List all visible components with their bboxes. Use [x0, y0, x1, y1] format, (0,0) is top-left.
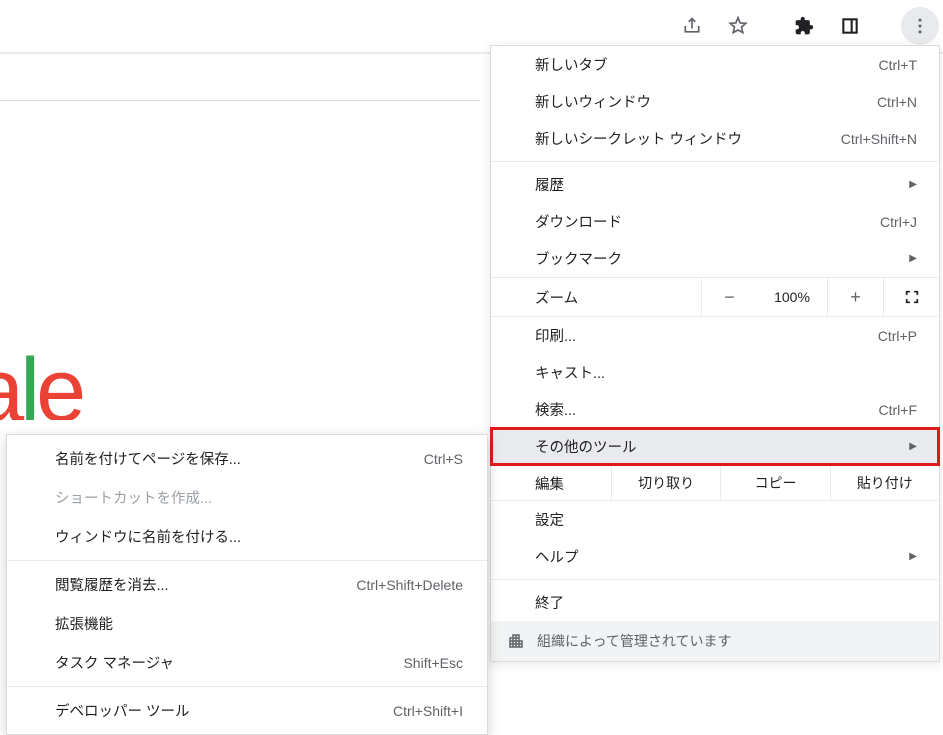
menu-shortcut: Ctrl+T: [879, 57, 918, 73]
kebab-menu-icon[interactable]: [901, 7, 939, 45]
submenu-label: ウィンドウに名前を付ける...: [55, 526, 463, 547]
menu-shortcut: Ctrl+N: [877, 94, 917, 110]
submenu-label: タスク マネージャ: [55, 652, 403, 673]
menu-edit-row: 編集 切り取り コピー 貼り付け: [491, 465, 939, 501]
edit-copy-button[interactable]: コピー: [720, 466, 829, 500]
menu-label: 検索...: [535, 399, 879, 420]
more-tools-submenu: 名前を付けてページを保存... Ctrl+S ショートカットを作成... ウィン…: [6, 434, 488, 735]
submenu-shortcut: Ctrl+Shift+I: [393, 703, 463, 719]
chevron-right-icon: ▶: [909, 253, 917, 264]
submenu-clear-browsing[interactable]: 閲覧履歴を消去... Ctrl+Shift+Delete: [7, 565, 487, 604]
menu-label: その他のツール: [535, 436, 901, 457]
zoom-in-button[interactable]: +: [827, 278, 883, 316]
edit-paste-button[interactable]: 貼り付け: [830, 466, 939, 500]
chevron-right-icon: ▶: [909, 551, 917, 562]
menu-managed-notice[interactable]: 組織によって管理されています: [491, 621, 939, 661]
submenu-label: 拡張機能: [55, 613, 463, 634]
menu-bookmarks[interactable]: ブックマーク ▶: [491, 240, 939, 277]
share-icon[interactable]: [673, 7, 711, 45]
zoom-label: ズーム: [491, 287, 701, 308]
submenu-label: デベロッパー ツール: [55, 700, 393, 721]
google-logo: gale: [0, 340, 200, 420]
submenu-separator: [7, 560, 487, 561]
menu-find[interactable]: 検索... Ctrl+F: [491, 391, 939, 428]
menu-label: 新しいタブ: [535, 54, 879, 75]
menu-new-incognito[interactable]: 新しいシークレット ウィンドウ Ctrl+Shift+N: [491, 120, 939, 157]
submenu-dev-tools[interactable]: デベロッパー ツール Ctrl+Shift+I: [7, 691, 487, 730]
submenu-shortcut: Ctrl+Shift+Delete: [356, 577, 463, 593]
menu-label: ブックマーク: [535, 248, 901, 269]
menu-label: 履歴: [535, 174, 901, 195]
zoom-value: 100%: [757, 289, 827, 305]
menu-new-tab[interactable]: 新しいタブ Ctrl+T: [491, 46, 939, 83]
sidepanel-icon[interactable]: [831, 7, 869, 45]
menu-history[interactable]: 履歴 ▶: [491, 166, 939, 203]
chrome-main-menu: 新しいタブ Ctrl+T 新しいウィンドウ Ctrl+N 新しいシークレット ウ…: [490, 45, 940, 662]
logo-char: l: [20, 341, 36, 420]
menu-downloads[interactable]: ダウンロード Ctrl+J: [491, 203, 939, 240]
menu-cast[interactable]: キャスト...: [491, 354, 939, 391]
menu-label: 印刷...: [535, 325, 878, 346]
building-icon: [507, 632, 525, 650]
menu-shortcut: Ctrl+P: [878, 328, 917, 344]
menu-help[interactable]: ヘルプ ▶: [491, 538, 939, 575]
submenu-create-shortcut: ショートカットを作成...: [7, 478, 487, 517]
menu-shortcut: Ctrl+Shift+N: [841, 131, 917, 147]
fullscreen-button[interactable]: [883, 278, 939, 316]
zoom-out-button[interactable]: −: [701, 278, 757, 316]
logo-char: a: [0, 341, 20, 420]
chevron-right-icon: ▶: [909, 441, 917, 452]
submenu-extensions[interactable]: 拡張機能: [7, 604, 487, 643]
managed-label: 組織によって管理されています: [537, 631, 731, 651]
submenu-label: ショートカットを作成...: [55, 487, 463, 508]
menu-exit[interactable]: 終了: [491, 584, 939, 621]
menu-new-window[interactable]: 新しいウィンドウ Ctrl+N: [491, 83, 939, 120]
submenu-name-window[interactable]: ウィンドウに名前を付ける...: [7, 517, 487, 556]
submenu-label: 閲覧履歴を消去...: [55, 574, 356, 595]
bookmark-star-icon[interactable]: [719, 7, 757, 45]
submenu-label: 名前を付けてページを保存...: [55, 448, 424, 469]
menu-separator: [491, 579, 939, 580]
menu-label: 新しいシークレット ウィンドウ: [535, 128, 841, 149]
menu-label: 設定: [535, 509, 917, 530]
extensions-puzzle-icon[interactable]: [785, 7, 823, 45]
menu-separator: [491, 161, 939, 162]
menu-label: 終了: [535, 592, 917, 613]
submenu-task-manager[interactable]: タスク マネージャ Shift+Esc: [7, 643, 487, 682]
menu-print[interactable]: 印刷... Ctrl+P: [491, 317, 939, 354]
submenu-shortcut: Ctrl+S: [424, 451, 463, 467]
chevron-right-icon: ▶: [909, 179, 917, 190]
menu-settings[interactable]: 設定: [491, 501, 939, 538]
menu-shortcut: Ctrl+J: [880, 214, 917, 230]
edit-label: 編集: [491, 473, 611, 494]
menu-label: キャスト...: [535, 362, 917, 383]
menu-zoom-row: ズーム − 100% +: [491, 277, 939, 317]
edit-cut-button[interactable]: 切り取り: [611, 466, 720, 500]
submenu-save-as[interactable]: 名前を付けてページを保存... Ctrl+S: [7, 439, 487, 478]
submenu-separator: [7, 686, 487, 687]
menu-label: 新しいウィンドウ: [535, 91, 877, 112]
menu-label: ダウンロード: [535, 211, 880, 232]
submenu-shortcut: Shift+Esc: [403, 655, 463, 671]
menu-more-tools[interactable]: その他のツール ▶: [491, 428, 939, 465]
logo-char: e: [36, 341, 82, 420]
menu-label: ヘルプ: [535, 546, 901, 567]
menu-shortcut: Ctrl+F: [879, 402, 918, 418]
